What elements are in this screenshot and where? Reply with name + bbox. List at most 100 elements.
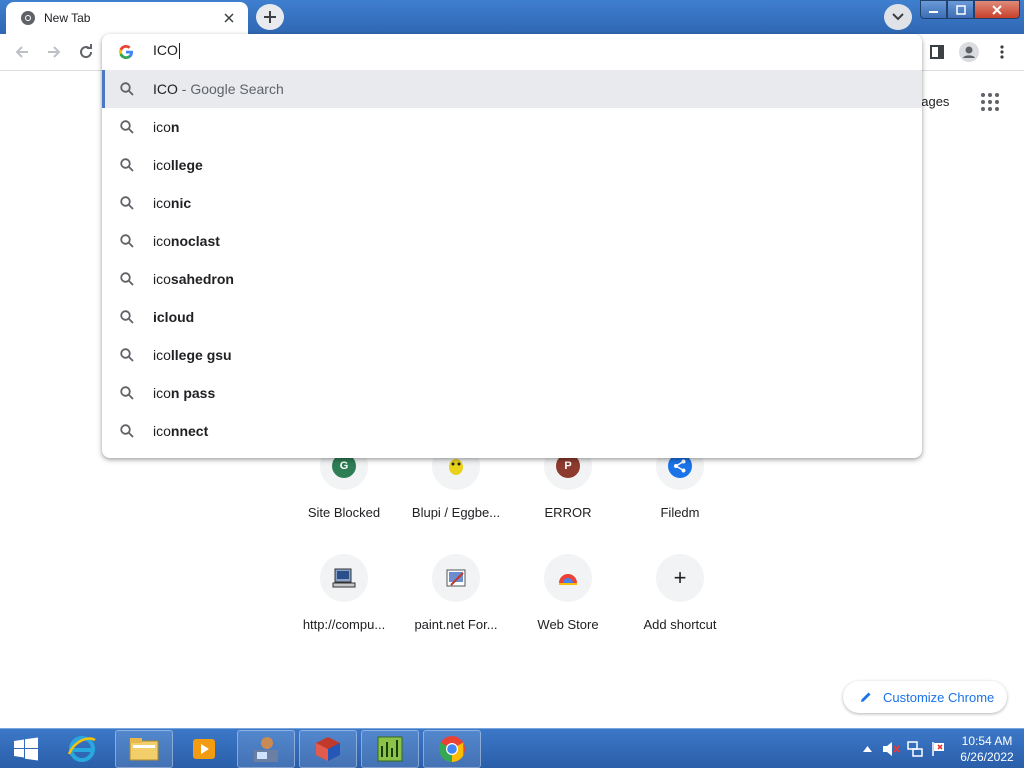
- search-icon: [119, 81, 135, 97]
- taskbar-app-person[interactable]: [237, 730, 295, 768]
- search-icon: [119, 385, 135, 401]
- network-icon[interactable]: [906, 740, 924, 758]
- suggestion-text: icollege gsu: [153, 347, 232, 363]
- reload-button[interactable]: [73, 39, 99, 65]
- shortcut-http-compu[interactable]: http://compu...: [288, 554, 400, 632]
- customize-label: Customize Chrome: [883, 689, 995, 705]
- omnibox-input[interactable]: ICO: [153, 42, 753, 62]
- customize-chrome-button[interactable]: Customize Chrome: [843, 681, 1007, 713]
- search-icon: [119, 157, 135, 173]
- suggestion-completion: nic: [170, 195, 192, 211]
- maximize-button[interactable]: [947, 0, 974, 19]
- omnibox-suggestion[interactable]: iconoclast: [102, 222, 922, 260]
- suggestion-text: icon pass: [153, 385, 215, 401]
- tab-strip: New Tab: [0, 0, 1024, 34]
- omnibox-suggestion[interactable]: icon pass: [102, 374, 922, 412]
- omnibox-suggestion[interactable]: icon: [102, 108, 922, 146]
- suggestion-text: ICO - Google Search: [153, 81, 284, 97]
- suggestion-text: iconnect: [153, 423, 208, 439]
- search-icon: [119, 423, 135, 439]
- system-tray: [858, 729, 954, 768]
- taskbar-app-chart[interactable]: [361, 730, 419, 768]
- paint-net-icon: [446, 569, 466, 587]
- shortcut-label: Web Store: [537, 617, 599, 632]
- taskbar-file-explorer[interactable]: [115, 730, 173, 768]
- windows-taskbar: 10:54 AM 6/26/2022: [0, 728, 1024, 768]
- omnibox-suggestion[interactable]: iconnect: [102, 412, 922, 450]
- suggestion-prefix: ico: [153, 423, 171, 439]
- suggestion-prefix: ico: [153, 119, 171, 135]
- show-hidden-icons-icon[interactable]: [858, 740, 876, 758]
- suggestion-list: ICO - Google Search icon icollege iconic ico…: [102, 70, 922, 450]
- suggestion-text: icollege: [153, 157, 203, 173]
- search-icon: [119, 233, 135, 249]
- chevron-down-icon: [892, 13, 904, 21]
- back-button[interactable]: [9, 39, 35, 65]
- omnibox-suggestion[interactable]: icollege gsu: [102, 336, 922, 374]
- tab-new-tab[interactable]: New Tab: [6, 2, 248, 34]
- omnibox-suggestion[interactable]: ICO - Google Search: [102, 70, 922, 108]
- omnibox-suggestion[interactable]: icollege: [102, 146, 922, 184]
- close-icon[interactable]: [220, 9, 238, 27]
- cube-icon: [316, 737, 340, 761]
- plus-icon: +: [656, 554, 704, 602]
- folder-icon: [129, 738, 159, 761]
- profile-button[interactable]: [956, 39, 982, 65]
- taskbar-app-cube[interactable]: [299, 730, 357, 768]
- side-panel-button[interactable]: [924, 39, 950, 65]
- search-icon: [119, 309, 135, 325]
- clock-date: 6/26/2022: [960, 750, 1014, 764]
- minimize-button[interactable]: [920, 0, 947, 19]
- suggestion-text: icloud: [153, 309, 194, 325]
- omnibox-suggestion[interactable]: icloud: [102, 298, 922, 336]
- taskbar-media-player[interactable]: [175, 730, 233, 768]
- shortcut-label: paint.net For...: [414, 617, 498, 632]
- suggestion-completion: llege: [170, 157, 203, 173]
- add-shortcut-button[interactable]: + Add shortcut: [624, 554, 736, 632]
- apps-grid-icon[interactable]: [978, 90, 1002, 114]
- omnibox-dropdown: ICO ICO - Google Search icon icollege iconi…: [102, 34, 922, 458]
- taskbar-chrome[interactable]: [423, 730, 481, 768]
- close-icon: [992, 4, 1002, 15]
- suggestion-source: - Google Search: [177, 81, 284, 97]
- omnibox-suggestion[interactable]: iconic: [102, 184, 922, 222]
- blupi-icon: [449, 459, 463, 475]
- tab-search-button[interactable]: [884, 4, 912, 30]
- window-controls: [920, 0, 1020, 19]
- omnibox-suggestion[interactable]: icosahedron: [102, 260, 922, 298]
- more-vert-icon: [1000, 45, 1004, 59]
- tab-title: New Tab: [44, 11, 91, 25]
- forward-button[interactable]: [41, 39, 67, 65]
- shortcut-label: Filedm: [660, 505, 700, 520]
- new-tab-button[interactable]: [256, 4, 284, 30]
- media-player-icon: [193, 739, 215, 759]
- suggestion-prefix: ICO: [153, 81, 178, 97]
- suggestion-prefix: ico: [153, 157, 171, 173]
- search-icon: [119, 119, 135, 135]
- start-button[interactable]: [4, 731, 48, 767]
- omnibox-value: ICO: [153, 42, 178, 58]
- computer-icon: [332, 568, 356, 588]
- menu-button[interactable]: [989, 39, 1015, 65]
- add-shortcut-glyph: +: [673, 565, 687, 590]
- suggestion-prefix: ico: [153, 195, 171, 211]
- search-icon: [119, 271, 135, 287]
- taskbar-internet-explorer[interactable]: [53, 730, 111, 768]
- windows-logo-icon: [14, 737, 38, 761]
- action-center-flag-icon[interactable]: [930, 740, 948, 758]
- pencil-icon: [861, 692, 871, 702]
- close-window-button[interactable]: [974, 0, 1020, 19]
- shortcut-label: Site Blocked: [307, 505, 381, 520]
- suggestion-completion: n pass: [170, 385, 216, 401]
- suggestion-completion: icloud: [153, 309, 195, 325]
- shortcut-web-store[interactable]: Web Store: [512, 554, 624, 632]
- taskbar-clock[interactable]: 10:54 AM 6/26/2022: [952, 733, 1022, 765]
- chrome-icon: [21, 11, 35, 25]
- avatar-icon: [959, 42, 979, 62]
- shortcut-icon: [320, 554, 368, 602]
- internet-explorer-icon: [67, 736, 96, 762]
- shortcut-paint-net[interactable]: paint.net For...: [400, 554, 512, 632]
- suggestion-completion: llege gsu: [170, 347, 232, 363]
- volume-muted-icon[interactable]: [882, 740, 900, 758]
- minimize-icon: [929, 11, 938, 13]
